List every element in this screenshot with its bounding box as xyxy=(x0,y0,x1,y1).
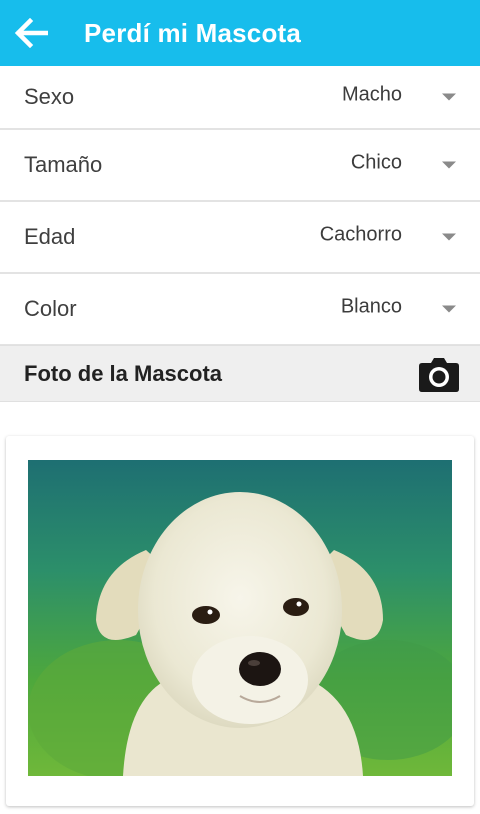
chevron-down-icon xyxy=(442,93,456,101)
field-value: Chico xyxy=(350,151,402,174)
page-title: Perdí mi Mascota xyxy=(84,17,302,48)
field-label: Edad xyxy=(24,224,76,249)
field-label: Tamaño xyxy=(24,152,103,177)
camera-button[interactable] xyxy=(418,355,460,393)
chevron-down-icon xyxy=(442,305,456,313)
field-value: Cachorro xyxy=(319,223,402,246)
chevron-down-icon xyxy=(442,233,456,241)
puppy-image xyxy=(28,460,452,776)
photo-card xyxy=(6,436,474,806)
chevron-down-icon xyxy=(442,161,456,169)
arrow-left-icon xyxy=(14,18,48,48)
pet-details-form: Sexo Macho Tamaño Chico Edad Cachorro Co… xyxy=(0,66,480,346)
field-value: Blanco xyxy=(340,295,402,318)
field-value: Macho xyxy=(341,83,402,106)
camera-icon xyxy=(419,358,459,392)
pet-photo[interactable] xyxy=(28,460,452,776)
field-label: Color xyxy=(24,296,77,321)
edad-select[interactable]: Edad Cachorro xyxy=(0,202,480,274)
tamano-select[interactable]: Tamaño Chico xyxy=(0,130,480,202)
section-title: Foto de la Mascota xyxy=(24,360,223,386)
back-button[interactable] xyxy=(14,16,48,50)
pet-photo-header: Foto de la Mascota xyxy=(0,345,480,402)
sexo-select[interactable]: Sexo Macho xyxy=(0,66,480,130)
field-label: Sexo xyxy=(24,84,75,109)
color-select[interactable]: Color Blanco xyxy=(0,274,480,346)
app-bar: Perdí mi Mascota xyxy=(0,0,480,66)
